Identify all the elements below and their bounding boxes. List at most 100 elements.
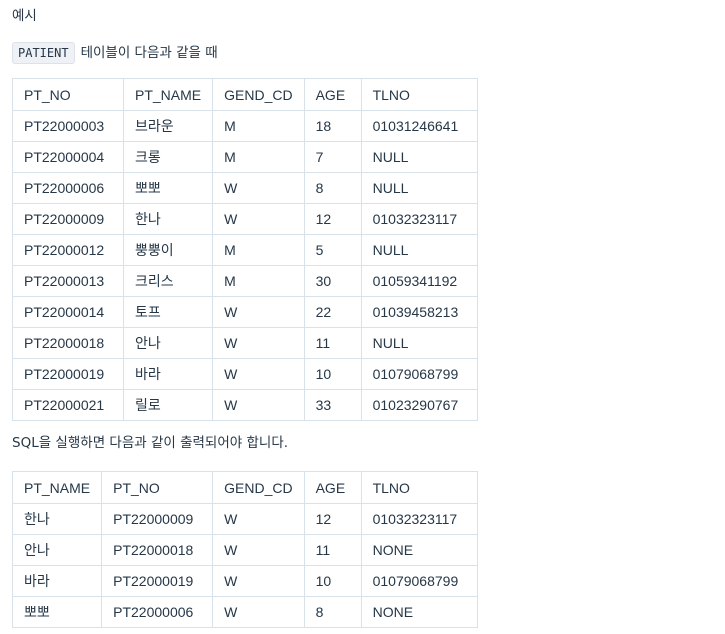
table-cell: 10	[303, 358, 362, 390]
table-cell: 토프	[122, 296, 214, 328]
table-cell: 01032323117	[360, 203, 478, 235]
table-cell: W	[212, 534, 305, 566]
patient-table: PT_NO PT_NAME GEND_CD AGE TLNO PT2200000…	[12, 78, 478, 421]
table-row: PT22000014 토프 W 22 01039458213	[12, 296, 478, 328]
table-row: 뽀뽀 PT22000006 W 8 NONE	[11, 596, 478, 628]
table-cell: 한나	[122, 203, 214, 235]
table-cell: 30	[303, 265, 362, 297]
table-cell: W	[212, 565, 305, 597]
column-header: PT_NAME	[11, 471, 103, 504]
table-cell: 01032323117	[360, 503, 478, 535]
table-cell: NONE	[360, 596, 478, 628]
table-cell: W	[212, 296, 305, 328]
table-cell: 7	[303, 141, 362, 173]
table-cell: 01079068799	[360, 565, 478, 597]
table-cell: W	[212, 596, 305, 628]
table-row: PT22000019 바라 W 10 01079068799	[12, 358, 478, 390]
table-cell: 18	[303, 110, 362, 142]
table-cell: PT22000003	[12, 110, 124, 142]
column-header: GEND_CD	[212, 471, 305, 504]
column-header: GEND_CD	[212, 78, 305, 111]
column-header: PT_NO	[101, 471, 214, 504]
table-cell: 뽀뽀	[11, 596, 103, 628]
table-cell: PT22000009	[12, 203, 124, 235]
table-cell: 01059341192	[360, 265, 478, 297]
table-cell: W	[212, 389, 305, 421]
table-cell: M	[212, 110, 305, 142]
table-cell: NULL	[360, 172, 478, 204]
table-row: 한나 PT22000009 W 12 01032323117	[11, 503, 478, 535]
table-intro-text: 테이블이 다음과 같을 때	[80, 45, 218, 61]
table-cell: 01079068799	[360, 358, 478, 390]
result-table-head: PT_NAME PT_NO GEND_CD AGE TLNO	[11, 471, 478, 504]
table-row: 안나 PT22000018 W 11 NONE	[11, 534, 478, 566]
table-cell: PT22000019	[12, 358, 124, 390]
table-cell: 크리스	[122, 265, 214, 297]
table-cell: 01039458213	[360, 296, 478, 328]
table-cell: 01031246641	[360, 110, 478, 142]
table-cell: 11	[303, 534, 362, 566]
table-cell: PT22000018	[12, 327, 124, 359]
table-cell: PT22000014	[12, 296, 124, 328]
result-table-body: 한나 PT22000009 W 12 01032323117 안나 PT2200…	[11, 503, 478, 628]
table-row: PT22000018 안나 W 11 NULL	[12, 327, 478, 359]
table-cell: PT22000012	[12, 234, 124, 266]
table-row: PT22000012 뿡뿡이 M 5 NULL	[12, 234, 478, 266]
column-header: TLNO	[360, 471, 478, 504]
table-intro: PATIENT 테이블이 다음과 같을 때	[12, 42, 725, 64]
patient-table-head: PT_NO PT_NAME GEND_CD AGE TLNO	[12, 78, 478, 111]
table-cell: M	[212, 265, 305, 297]
table-cell: W	[212, 203, 305, 235]
table-cell: 5	[303, 234, 362, 266]
table-cell: 8	[303, 596, 362, 628]
table-cell: PT22000018	[101, 534, 214, 566]
table-cell: 안나	[11, 534, 103, 566]
sql-result-description: SQL을 실행하면 다음과 같이 출력되어야 합니다.	[12, 435, 289, 451]
table-cell: 33	[303, 389, 362, 421]
table-cell: 8	[303, 172, 362, 204]
table-cell: NULL	[360, 234, 478, 266]
table-cell: 크롱	[122, 141, 214, 173]
table-cell: PT22000006	[101, 596, 214, 628]
result-table: PT_NAME PT_NO GEND_CD AGE TLNO 한나 PT2200…	[11, 471, 478, 628]
table-cell: 12	[303, 203, 362, 235]
table-cell: 22	[303, 296, 362, 328]
table-row: PT22000013 크리스 M 30 01059341192	[12, 265, 478, 297]
table-cell: W	[212, 172, 305, 204]
table-cell: 바라	[122, 358, 214, 390]
table-header-row: PT_NO PT_NAME GEND_CD AGE TLNO	[12, 78, 478, 111]
table-row: PT22000021 릴로 W 33 01023290767	[12, 389, 478, 421]
table-row: PT22000004 크롱 M 7 NULL	[12, 141, 478, 173]
table-cell: PT22000004	[12, 141, 124, 173]
table-cell: PT22000019	[101, 565, 214, 597]
table-cell: NONE	[360, 534, 478, 566]
table-cell: 한나	[11, 503, 103, 535]
table-cell: 뿡뿡이	[122, 234, 214, 266]
table-cell: 01023290767	[360, 389, 478, 421]
table-cell: PT22000021	[12, 389, 124, 421]
table-header-row: PT_NAME PT_NO GEND_CD AGE TLNO	[11, 471, 478, 504]
table-row: PT22000003 브라운 M 18 01031246641	[12, 110, 478, 142]
table-cell: PT22000009	[101, 503, 214, 535]
column-header: TLNO	[360, 78, 478, 111]
table-cell: PT22000013	[12, 265, 124, 297]
table-row: PT22000006 뽀뽀 W 8 NULL	[12, 172, 478, 204]
table-cell: M	[212, 141, 305, 173]
problem-example-section: 예시 PATIENT 테이블이 다음과 같을 때 PT_NO PT_NAME G…	[0, 0, 725, 628]
table-cell: 뽀뽀	[122, 172, 214, 204]
table-cell: 12	[303, 503, 362, 535]
column-header: PT_NAME	[122, 78, 214, 111]
table-row: PT22000009 한나 W 12 01032323117	[12, 203, 478, 235]
table-cell: 11	[303, 327, 362, 359]
table-cell: PT22000006	[12, 172, 124, 204]
column-header: PT_NO	[12, 78, 124, 111]
table-cell: 10	[303, 565, 362, 597]
column-header: AGE	[303, 78, 362, 111]
patient-table-body: PT22000003 브라운 M 18 01031246641 PT220000…	[12, 110, 478, 421]
table-cell: M	[212, 234, 305, 266]
table-row: 바라 PT22000019 W 10 01079068799	[11, 565, 478, 597]
table-cell: W	[212, 503, 305, 535]
table-name-code: PATIENT	[12, 42, 75, 64]
table-cell: 릴로	[122, 389, 214, 421]
table-cell: NULL	[360, 141, 478, 173]
